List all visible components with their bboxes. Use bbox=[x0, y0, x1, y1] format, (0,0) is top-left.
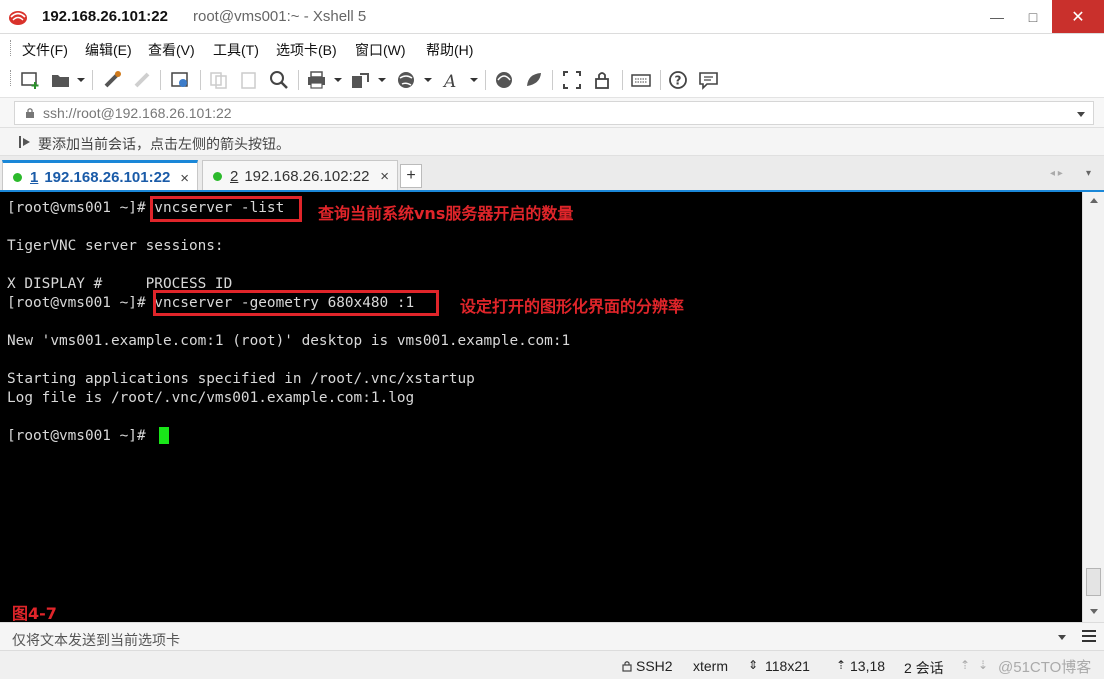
connect-icon[interactable] bbox=[102, 70, 124, 90]
menu-tabs[interactable]: 选项卡(B) bbox=[276, 40, 337, 60]
title-bar: 192.168.26.101:22 root@vms001:~ - Xshell… bbox=[0, 0, 1104, 34]
tab-close-icon[interactable]: × bbox=[180, 170, 189, 187]
scrollbar-thumb[interactable] bbox=[1086, 568, 1101, 596]
tab-label: 192.168.26.101:22 bbox=[44, 169, 171, 186]
watermark: @51CTO博客 bbox=[998, 659, 1092, 676]
copy-icon bbox=[210, 72, 227, 89]
menu-view[interactable]: 查看(V) bbox=[148, 40, 195, 60]
tab-scroll-arrows-icon[interactable]: ◂ ▸ bbox=[1050, 168, 1063, 179]
keyboard-icon[interactable] bbox=[630, 70, 652, 90]
status-terminal-size: 118x21 bbox=[765, 658, 810, 674]
tab-bar: 1 192.168.26.101:22 × 2 192.168.26.102:2… bbox=[0, 156, 1104, 192]
toolbar-grip[interactable] bbox=[10, 70, 12, 86]
maximize-button[interactable]: □ bbox=[1018, 0, 1048, 33]
window-title-host: 192.168.26.101:22 bbox=[42, 8, 168, 25]
xshell-icon[interactable] bbox=[524, 70, 546, 90]
status-terminal-type: xterm bbox=[693, 658, 728, 674]
menu-help[interactable]: 帮助(H) bbox=[426, 40, 473, 60]
svg-text:A: A bbox=[442, 72, 456, 90]
open-folder-icon[interactable] bbox=[50, 70, 72, 90]
address-bar: ssh://root@192.168.26.101:22 bbox=[0, 98, 1104, 128]
compose-bar: 仅将文本发送到当前选项卡 bbox=[0, 622, 1104, 650]
tab-list-icon[interactable]: ▾ bbox=[1086, 168, 1091, 179]
globe-dropdown-icon[interactable] bbox=[424, 78, 432, 82]
status-bar: SSH2 xterm ⇕ 118x21 ⇡ 13,18 2 会话 ⇡ ⇣ @51… bbox=[0, 650, 1104, 679]
scroll-down-icon[interactable] bbox=[1090, 609, 1098, 614]
lock-icon bbox=[26, 108, 34, 118]
close-button[interactable]: ✕ bbox=[1052, 0, 1104, 33]
help-icon[interactable]: ? bbox=[668, 70, 690, 90]
paste-icon bbox=[241, 72, 256, 89]
font-icon[interactable]: A bbox=[442, 70, 464, 90]
properties-icon[interactable] bbox=[170, 70, 192, 90]
tab-session-2[interactable]: 2 192.168.26.102:22 × bbox=[202, 160, 398, 192]
svg-text:?: ? bbox=[675, 74, 682, 88]
print-dropdown-icon[interactable] bbox=[334, 78, 342, 82]
terminal-line: TigerVNC server sessions: bbox=[7, 238, 224, 254]
terminal-line: [root@vms001 ~]# bbox=[7, 428, 155, 444]
download-arrow-icon: ⇣ bbox=[978, 658, 989, 672]
hint-bar: 要添加当前会话，点击左侧的箭头按钮。 bbox=[0, 128, 1104, 156]
window-title-session: root@vms001:~ - Xshell 5 bbox=[193, 8, 367, 25]
menu-grip[interactable] bbox=[10, 40, 12, 56]
highlight-box-command-2 bbox=[153, 290, 439, 316]
cursor-position-icon: ⇡ bbox=[836, 658, 847, 672]
new-session-icon[interactable] bbox=[20, 70, 42, 90]
menu-bar: 文件(F) 编辑(E) 查看(V) 工具(T) 选项卡(B) 窗口(W) 帮助(… bbox=[0, 34, 1104, 62]
fullscreen-icon[interactable] bbox=[562, 70, 584, 90]
compose-dropdown-icon[interactable] bbox=[1058, 635, 1066, 640]
hint-text: 要添加当前会话，点击左侧的箭头按钮。 bbox=[38, 136, 290, 152]
menu-file[interactable]: 文件(F) bbox=[22, 40, 68, 60]
disconnect-icon bbox=[134, 72, 150, 88]
tab-number: 2 bbox=[230, 168, 239, 185]
address-input[interactable]: ssh://root@192.168.26.101:22 bbox=[14, 101, 1094, 125]
address-text: ssh://root@192.168.26.101:22 bbox=[43, 105, 232, 121]
minimize-button[interactable]: — bbox=[982, 0, 1012, 33]
tab-close-icon[interactable]: × bbox=[380, 168, 389, 185]
xshell-logo-icon bbox=[9, 11, 27, 25]
status-protocol: SSH2 bbox=[636, 658, 673, 674]
tab-label: 192.168.26.102:22 bbox=[244, 168, 370, 185]
font-dropdown-icon[interactable] bbox=[470, 78, 478, 82]
tab-number: 1 bbox=[30, 169, 39, 186]
connected-status-icon bbox=[213, 172, 222, 181]
chat-icon[interactable] bbox=[698, 70, 720, 90]
transfer-dropdown-icon[interactable] bbox=[378, 78, 386, 82]
upload-arrow-icon: ⇡ bbox=[960, 658, 971, 672]
terminal-line: Starting applications specified in /root… bbox=[7, 371, 475, 387]
menu-tools[interactable]: 工具(T) bbox=[213, 40, 259, 60]
open-dropdown-icon[interactable] bbox=[77, 78, 85, 82]
menu-edit[interactable]: 编辑(E) bbox=[85, 40, 132, 60]
terminal-line: Log file is /root/.vnc/vms001.example.co… bbox=[7, 390, 415, 406]
compose-placeholder: 仅将文本发送到当前选项卡 bbox=[12, 632, 180, 648]
xftp-icon[interactable] bbox=[494, 70, 516, 90]
terminal-scrollbar[interactable] bbox=[1082, 192, 1104, 622]
lock-icon bbox=[622, 661, 632, 672]
tab-session-1[interactable]: 1 192.168.26.101:22 × bbox=[2, 160, 198, 192]
status-session-count: 2 会话 bbox=[904, 660, 944, 676]
lock-icon[interactable] bbox=[592, 70, 614, 90]
resize-icon: ⇕ bbox=[748, 658, 759, 672]
globe-icon[interactable] bbox=[396, 70, 418, 90]
print-icon[interactable] bbox=[306, 70, 328, 90]
add-session-arrow-icon[interactable] bbox=[18, 134, 32, 150]
new-tab-button[interactable]: + bbox=[400, 164, 422, 188]
status-cursor-position: 13,18 bbox=[850, 658, 886, 674]
connected-status-icon bbox=[13, 173, 22, 182]
figure-label: 图4-7 bbox=[12, 604, 57, 623]
scroll-up-icon[interactable] bbox=[1090, 198, 1098, 203]
find-icon[interactable] bbox=[268, 70, 290, 90]
toolbar: A ? bbox=[0, 62, 1104, 98]
address-dropdown-icon[interactable] bbox=[1077, 112, 1085, 117]
terminal-screen[interactable]: [root@vms001 ~]# vncserver -list TigerVN… bbox=[0, 192, 1082, 623]
annotation-list-sessions: 查询当前系统vns服务器开启的数量 bbox=[318, 204, 574, 223]
terminal-line: New 'vms001.example.com:1 (root)' deskto… bbox=[7, 333, 571, 349]
compose-input[interactable]: 仅将文本发送到当前选项卡 bbox=[4, 626, 1074, 648]
terminal-cursor bbox=[159, 427, 169, 444]
highlight-box-command-1 bbox=[150, 196, 302, 222]
compose-menu-icon[interactable] bbox=[1082, 630, 1096, 642]
transfer-icon[interactable] bbox=[350, 70, 372, 90]
annotation-geometry: 设定打开的图形化界面的分辨率 bbox=[460, 297, 685, 316]
menu-window[interactable]: 窗口(W) bbox=[355, 40, 406, 60]
